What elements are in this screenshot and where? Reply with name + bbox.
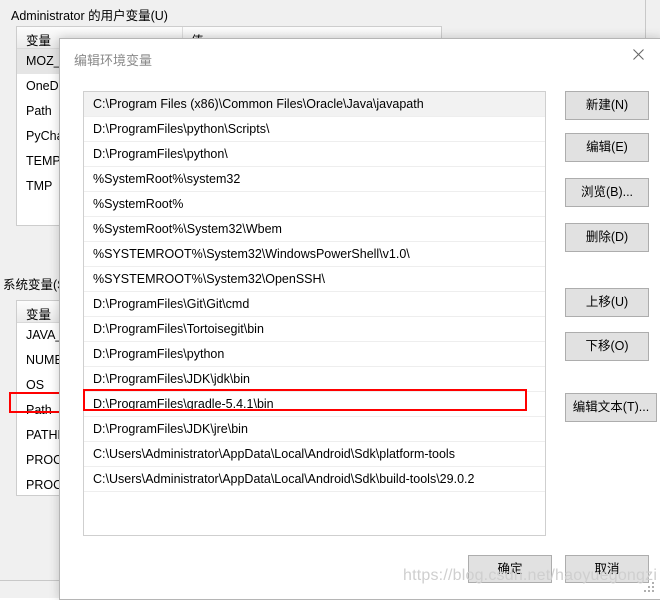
path-list-item[interactable]: D:\ProgramFiles\Tortoisegit\bin [84, 317, 545, 342]
move-up-button[interactable]: 上移(U) [565, 288, 649, 317]
column-header-variable: 变量 [26, 34, 52, 48]
browse-button[interactable]: 浏览(B)... [565, 178, 649, 207]
path-list-item[interactable]: %SystemRoot%\System32\Wbem [84, 217, 545, 242]
path-list-item[interactable]: D:\ProgramFiles\JDK\jdk\bin [84, 367, 545, 392]
path-list-item[interactable]: D:\ProgramFiles\python\Scripts\ [84, 117, 545, 142]
path-entries-list[interactable]: C:\Program Files (x86)\Common Files\Orac… [83, 91, 546, 536]
path-list-item[interactable]: D:\ProgramFiles\JDK\jre\bin [84, 417, 545, 442]
user-variables-label: Administrator 的用户变量(U) [11, 9, 168, 23]
move-down-button[interactable]: 下移(O) [565, 332, 649, 361]
path-list-item[interactable]: C:\Program Files (x86)\Common Files\Orac… [84, 92, 545, 117]
dialog-title: 编辑环境变量 [74, 53, 153, 68]
path-list-item[interactable]: C:\Users\Administrator\AppData\Local\And… [84, 467, 545, 492]
path-list-item-platform-tools[interactable]: C:\Users\Administrator\AppData\Local\And… [84, 442, 545, 467]
path-list-item[interactable]: %SYSTEMROOT%\System32\WindowsPowerShell\… [84, 242, 545, 267]
ok-button[interactable]: 确定 [468, 555, 552, 583]
path-list-item[interactable]: %SystemRoot%\system32 [84, 167, 545, 192]
path-list-item[interactable]: D:\ProgramFiles\Git\Git\cmd [84, 292, 545, 317]
edit-button[interactable]: 编辑(E) [565, 133, 649, 162]
close-icon[interactable] [616, 39, 660, 70]
path-list-item[interactable]: D:\ProgramFiles\gradle-5.4.1\bin [84, 392, 545, 417]
dialog-titlebar: 编辑环境变量 [60, 39, 660, 79]
resize-grip[interactable] [644, 582, 656, 594]
edit-environment-variable-dialog: 编辑环境变量 C:\Program Files (x86)\Common Fil… [59, 38, 660, 600]
column-header-variable: 变量 [26, 308, 52, 322]
new-button[interactable]: 新建(N) [565, 91, 649, 120]
delete-button[interactable]: 删除(D) [565, 223, 649, 252]
path-list-item[interactable]: %SYSTEMROOT%\System32\OpenSSH\ [84, 267, 545, 292]
cancel-button[interactable]: 取消 [565, 555, 649, 583]
path-list-item[interactable]: D:\ProgramFiles\python\ [84, 142, 545, 167]
path-list-item[interactable]: D:\ProgramFiles\python [84, 342, 545, 367]
path-list-item[interactable]: %SystemRoot% [84, 192, 545, 217]
edit-text-button[interactable]: 编辑文本(T)... [565, 393, 657, 422]
